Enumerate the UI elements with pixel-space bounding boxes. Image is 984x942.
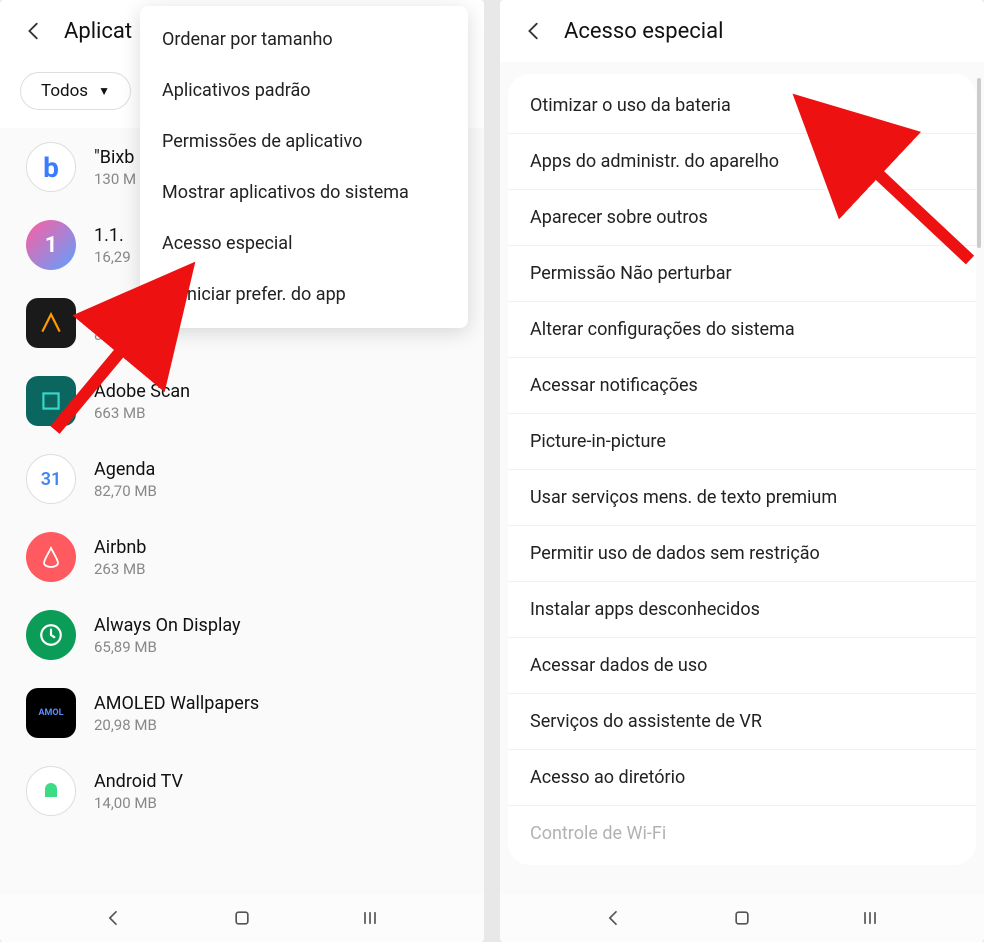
app-size: 80,80 MB bbox=[94, 326, 458, 344]
item-device-admin-apps[interactable]: Apps do administr. do aparelho bbox=[508, 134, 976, 190]
square-icon bbox=[232, 908, 252, 928]
app-name: AMOLED Wallpapers bbox=[94, 693, 458, 714]
app-icon-agenda: 31 bbox=[26, 454, 76, 504]
page-title: Aplicat bbox=[64, 19, 132, 44]
item-dnd-permission[interactable]: Permissão Não perturbar bbox=[508, 246, 976, 302]
app-icon-adobe-scan bbox=[26, 376, 76, 426]
app-row[interactable]: AMOL AMOLED Wallpapers 20,98 MB bbox=[8, 674, 476, 752]
filter-label: Todos bbox=[41, 81, 88, 101]
item-notification-access[interactable]: Acessar notificações bbox=[508, 358, 976, 414]
page-title: Acesso especial bbox=[564, 19, 723, 44]
item-install-unknown[interactable]: Instalar apps desconhecidos bbox=[508, 582, 976, 638]
app-info: Agenda 82,70 MB bbox=[94, 459, 458, 500]
nav-home[interactable] bbox=[728, 904, 756, 932]
app-icon-airbnb bbox=[26, 532, 76, 582]
android-icon bbox=[39, 779, 63, 803]
app-size: 14,00 MB bbox=[94, 794, 458, 812]
nav-back[interactable] bbox=[100, 904, 128, 932]
chevron-down-icon: ▼ bbox=[98, 84, 110, 98]
app-size: 82,70 MB bbox=[94, 482, 458, 500]
clock-icon bbox=[38, 622, 64, 648]
icon-letter: b bbox=[43, 151, 59, 184]
menu-sort-by-size[interactable]: Ordenar por tamanho bbox=[140, 14, 468, 65]
item-directory-access[interactable]: Acesso ao diretório bbox=[508, 750, 976, 806]
app-name: Android TV bbox=[94, 771, 458, 792]
chevron-left-icon bbox=[104, 908, 124, 928]
app-size: 263 MB bbox=[94, 560, 458, 578]
chevron-left-icon bbox=[523, 20, 545, 42]
menu-special-access[interactable]: Acesso especial bbox=[140, 218, 468, 269]
bars-icon bbox=[860, 908, 880, 928]
item-optimize-battery[interactable]: Otimizar o uso da bateria bbox=[508, 78, 976, 134]
app-info: Adobe Scan 663 MB bbox=[94, 381, 458, 422]
scrollbar[interactable] bbox=[977, 78, 981, 248]
app-icon-aod bbox=[26, 610, 76, 660]
icon-letter: 31 bbox=[41, 469, 62, 490]
menu-default-apps[interactable]: Aplicativos padrão bbox=[140, 65, 468, 116]
item-modify-system[interactable]: Alterar configurações do sistema bbox=[508, 302, 976, 358]
back-button[interactable] bbox=[16, 13, 52, 49]
app-name: Always On Display bbox=[94, 615, 458, 636]
overflow-menu: Ordenar por tamanho Aplicativos padrão P… bbox=[140, 6, 468, 328]
app-icon-bixby: b bbox=[26, 142, 76, 192]
menu-app-permissions[interactable]: Permissões de aplicativo bbox=[140, 116, 468, 167]
app-size: 20,98 MB bbox=[94, 716, 458, 734]
bars-icon bbox=[360, 908, 380, 928]
phone-left: Aplicat Todos ▼ b "Bixb 130 M 1 1.1. 16,… bbox=[0, 0, 484, 942]
airbnb-icon bbox=[39, 545, 63, 569]
nav-recents[interactable] bbox=[356, 904, 384, 932]
app-row[interactable]: Adobe Scan 663 MB bbox=[8, 362, 476, 440]
item-vr-helper-services[interactable]: Serviços do assistente de VR bbox=[508, 694, 976, 750]
app-info: Android TV 14,00 MB bbox=[94, 771, 458, 812]
nav-bar bbox=[500, 894, 984, 942]
back-button[interactable] bbox=[516, 13, 552, 49]
app-info: Always On Display 65,89 MB bbox=[94, 615, 458, 656]
nav-bar bbox=[0, 894, 484, 942]
app-row[interactable]: Airbnb 263 MB bbox=[8, 518, 476, 596]
phone-right: Acesso especial Otimizar o uso da bateri… bbox=[500, 0, 984, 942]
app-row[interactable]: Always On Display 65,89 MB bbox=[8, 596, 476, 674]
item-display-over-apps[interactable]: Aparecer sobre outros bbox=[508, 190, 976, 246]
app-icon-android-tv bbox=[26, 766, 76, 816]
app-name: Adobe Scan bbox=[94, 381, 458, 402]
app-info: Airbnb 263 MB bbox=[94, 537, 458, 578]
app-row[interactable]: Android TV 14,00 MB bbox=[8, 752, 476, 830]
app-icon-amoled: AMOL bbox=[26, 688, 76, 738]
scan-icon bbox=[38, 388, 64, 414]
item-pip[interactable]: Picture-in-picture bbox=[508, 414, 976, 470]
chevron-left-icon bbox=[23, 20, 45, 42]
app-size: 65,89 MB bbox=[94, 638, 458, 656]
nav-home[interactable] bbox=[228, 904, 256, 932]
header: Acesso especial bbox=[500, 0, 984, 62]
item-premium-sms[interactable]: Usar serviços mens. de texto premium bbox=[508, 470, 976, 526]
app-size: 663 MB bbox=[94, 404, 458, 422]
nav-back[interactable] bbox=[600, 904, 628, 932]
item-wifi-control[interactable]: Controle de Wi-Fi bbox=[508, 806, 976, 861]
item-unrestricted-data[interactable]: Permitir uso de dados sem restrição bbox=[508, 526, 976, 582]
chevron-left-icon bbox=[604, 908, 624, 928]
app-icon-111: 1 bbox=[26, 220, 76, 270]
icon-letter: AMOL bbox=[38, 708, 63, 718]
menu-reset-prefs[interactable]: Reiniciar prefer. do app bbox=[140, 269, 468, 320]
item-usage-data-access[interactable]: Acessar dados de uso bbox=[508, 638, 976, 694]
special-access-list: Otimizar o uso da bateria Apps do admini… bbox=[508, 74, 976, 865]
app-row[interactable]: 31 Agenda 82,70 MB bbox=[8, 440, 476, 518]
square-icon bbox=[732, 908, 752, 928]
filter-chip-todos[interactable]: Todos ▼ bbox=[20, 72, 131, 110]
nav-recents[interactable] bbox=[856, 904, 884, 932]
icon-letter: 1 bbox=[45, 233, 58, 258]
app-name: Airbnb bbox=[94, 537, 458, 558]
app-info: AMOLED Wallpapers 20,98 MB bbox=[94, 693, 458, 734]
menu-show-system-apps[interactable]: Mostrar aplicativos do sistema bbox=[140, 167, 468, 218]
draw-icon bbox=[38, 310, 64, 336]
app-icon-adobe-draw bbox=[26, 298, 76, 348]
app-name: Agenda bbox=[94, 459, 458, 480]
